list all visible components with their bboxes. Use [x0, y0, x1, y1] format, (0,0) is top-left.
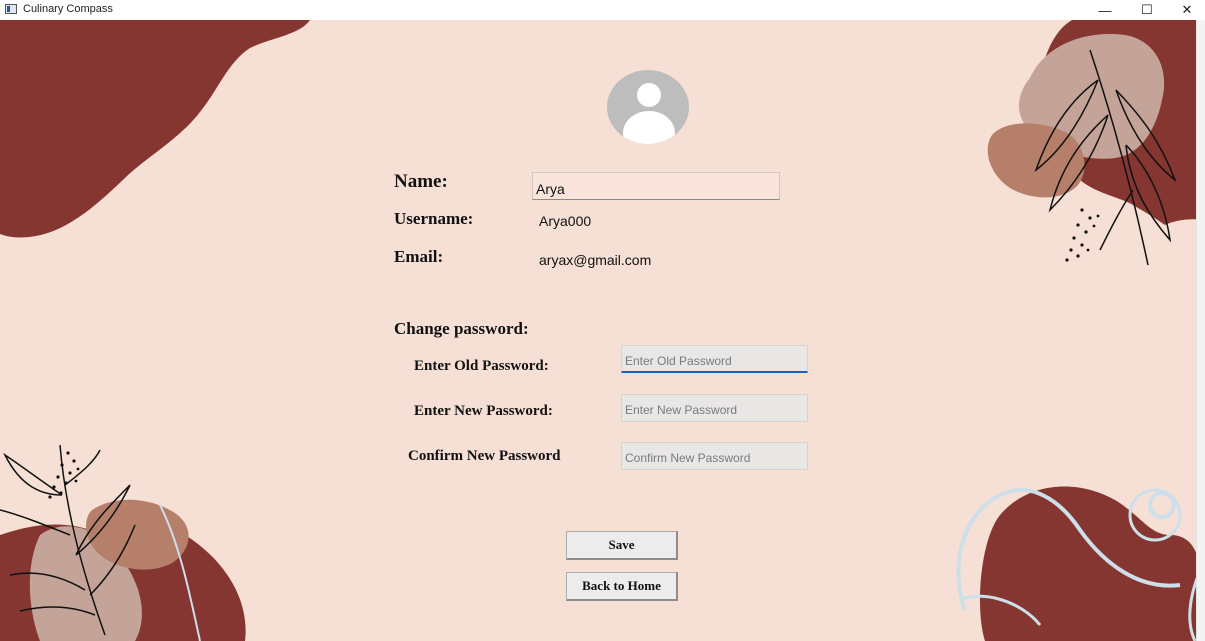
confirm-password-input[interactable]: [621, 442, 808, 470]
app-icon: [5, 4, 17, 14]
save-button[interactable]: Save: [566, 531, 678, 560]
vertical-scrollbar[interactable]: [1196, 20, 1205, 641]
new-password-input[interactable]: [621, 394, 808, 422]
close-button[interactable]: ✕: [1169, 0, 1205, 20]
profile-page: Name: Username: Arya000 Email: aryax@gma…: [0, 20, 1205, 641]
window-title: Culinary Compass: [23, 3, 113, 15]
maximize-button[interactable]: ☐: [1129, 0, 1165, 20]
name-input[interactable]: [532, 172, 780, 200]
minimize-button[interactable]: —: [1087, 0, 1123, 20]
bottom-right-decoration: [956, 486, 1205, 641]
new-password-label: Enter New Password:: [414, 403, 553, 419]
old-password-label: Enter Old Password:: [414, 358, 549, 374]
username-label: Username:: [394, 209, 474, 228]
name-label: Name:: [394, 171, 448, 192]
email-value: aryax@gmail.com: [539, 252, 652, 268]
confirm-password-label: Confirm New Password: [408, 448, 561, 464]
bottom-left-decoration: [0, 444, 246, 641]
email-label: Email:: [394, 247, 444, 266]
top-right-decoration: [987, 20, 1205, 266]
user-avatar-icon: [607, 70, 689, 144]
old-password-input[interactable]: [621, 345, 808, 373]
username-value: Arya000: [539, 213, 592, 229]
change-password-title: Change password:: [394, 319, 529, 338]
title-bar: Culinary Compass — ☐ ✕: [0, 0, 1205, 20]
top-left-decoration: [0, 20, 310, 238]
back-to-home-button[interactable]: Back to Home: [566, 572, 678, 601]
seed-dots-icon: [1065, 208, 1100, 262]
